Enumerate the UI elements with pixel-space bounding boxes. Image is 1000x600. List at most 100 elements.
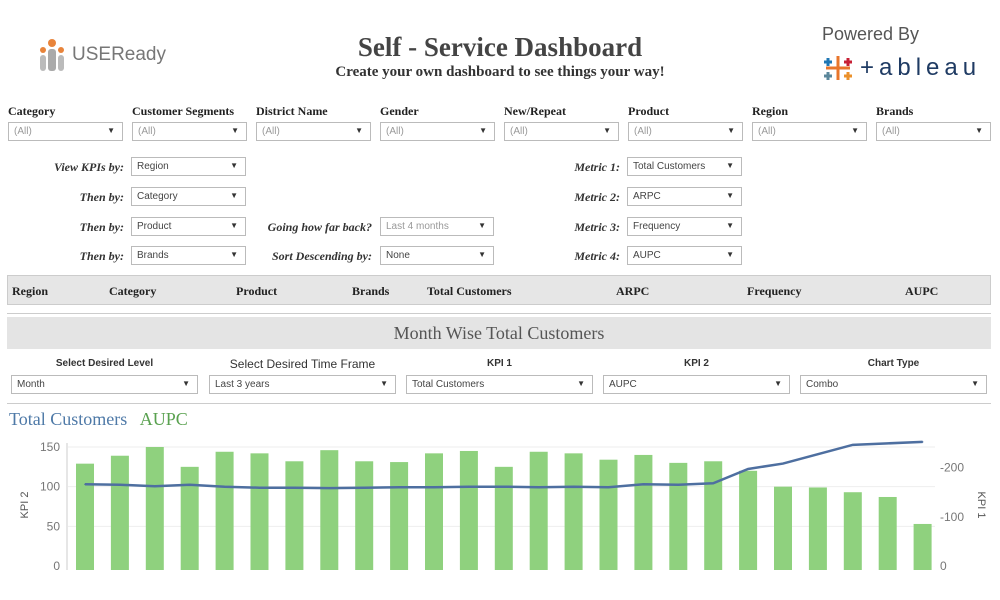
filter-dropdown[interactable]: (All) ▼ — [380, 122, 495, 141]
divider — [7, 403, 991, 404]
dropdown-arrow-icon: ▼ — [230, 250, 238, 259]
sort_desc-dropdown[interactable]: None ▼ — [380, 246, 494, 265]
bar — [145, 447, 164, 570]
line-point — [328, 487, 331, 489]
line-point — [852, 444, 854, 446]
view-by-dropdown[interactable]: Brands ▼ — [131, 246, 246, 265]
control-dropdown[interactable]: Combo ▼ — [800, 375, 987, 394]
right-tick-label: -100 — [940, 510, 964, 524]
view-by-dropdown[interactable]: Product ▼ — [131, 217, 246, 236]
dropdown-arrow-icon: ▼ — [107, 126, 115, 135]
dropdown-value: (All) — [882, 126, 900, 137]
column-header[interactable]: Category — [109, 284, 156, 299]
column-header[interactable]: Product — [236, 284, 277, 299]
control-dropdown[interactable]: AUPC ▼ — [603, 375, 790, 394]
column-header[interactable]: Total Customers — [427, 284, 512, 299]
bar — [599, 459, 618, 570]
chart-legend: Total Customers AUPC — [9, 409, 188, 430]
right-tick-label: 0 — [940, 559, 947, 573]
kpi-table-header: Region Category Product Brands Total Custome… — [7, 275, 991, 305]
bar — [774, 486, 792, 570]
bar — [878, 496, 897, 570]
line-point — [817, 453, 819, 456]
dropdown-value: Last 3 years — [215, 379, 270, 390]
view-by-label: Then by: — [79, 249, 124, 263]
metric-dropdown[interactable]: Total Customers ▼ — [627, 157, 742, 176]
dropdown-arrow-icon: ▼ — [478, 221, 486, 230]
filter-dropdown[interactable]: (All) ▼ — [504, 122, 619, 141]
bar — [459, 450, 478, 570]
dropdown-value: (All) — [14, 126, 32, 137]
line-point — [503, 485, 505, 488]
bar — [215, 451, 234, 570]
view-by-label: Then by: — [79, 190, 124, 204]
control-dropdown[interactable]: Last 3 years ▼ — [209, 375, 396, 394]
metric-dropdown[interactable]: AUPC ▼ — [627, 246, 742, 265]
line-point — [84, 483, 86, 486]
filter-dropdown[interactable]: (All) ▼ — [628, 122, 743, 141]
left-tick-label: 0 — [53, 559, 60, 573]
dropdown-arrow-icon: ▼ — [971, 379, 979, 388]
dropdown-value: Product — [137, 221, 172, 232]
bar — [843, 492, 862, 570]
dropdown-value: (All) — [758, 126, 776, 137]
dropdown-value: None — [386, 250, 410, 261]
column-header[interactable]: ARPC — [616, 284, 649, 299]
view-by-dropdown[interactable]: Category ▼ — [131, 187, 246, 206]
filter-dropdown[interactable]: (All) ▼ — [256, 122, 371, 141]
column-header[interactable]: Brands — [352, 284, 389, 299]
line-point — [154, 485, 156, 488]
filter-dropdown[interactable]: (All) ▼ — [8, 122, 123, 141]
control-dropdown[interactable]: Total Customers ▼ — [406, 375, 593, 394]
metric-dropdown[interactable]: ARPC ▼ — [627, 187, 742, 206]
line-point — [119, 483, 121, 486]
left-axis-label: KPI 2 — [19, 492, 31, 519]
control-dropdown[interactable]: Month ▼ — [11, 375, 198, 394]
view-by-label: View KPIs by: — [53, 160, 124, 174]
line-point — [537, 486, 540, 488]
bar — [390, 462, 409, 570]
combo-chart: 0 50 100 150 0 -100 -200 KPI 2 KPI 1 — [19, 440, 987, 573]
legend-aupc: AUPC — [139, 409, 188, 429]
column-header[interactable]: Frequency — [747, 284, 801, 299]
metric-label: Metric 4: — [574, 249, 620, 263]
line-point — [921, 441, 924, 443]
section-title: Month Wise Total Customers — [7, 317, 991, 349]
filter-label: Region — [752, 104, 788, 118]
view-by-dropdown[interactable]: Region ▼ — [131, 157, 246, 176]
filter-dropdown[interactable]: (All) ▼ — [752, 122, 867, 141]
bar — [564, 453, 583, 570]
dropdown-value: (All) — [510, 126, 528, 137]
bar — [355, 461, 374, 570]
filter-label: District Name — [256, 104, 328, 118]
metric-dropdown[interactable]: Frequency ▼ — [627, 217, 742, 236]
dropdown-arrow-icon: ▼ — [603, 126, 611, 135]
column-header[interactable]: AUPC — [905, 284, 938, 299]
column-header[interactable]: Region — [12, 284, 48, 299]
dropdown-value: Category — [137, 191, 178, 202]
dropdown-value: Month — [17, 379, 45, 390]
line-point — [642, 483, 645, 486]
bar — [704, 461, 723, 570]
dropdown-value: (All) — [634, 126, 652, 137]
dropdown-value: Combo — [806, 379, 839, 390]
bar — [425, 453, 443, 570]
dropdown-arrow-icon: ▼ — [478, 250, 486, 259]
going_back-dropdown[interactable]: Last 4 months ▼ — [380, 217, 494, 236]
dropdown-value: (All) — [262, 126, 280, 137]
dropdown-arrow-icon: ▼ — [355, 126, 363, 135]
view-by-label: Then by: — [79, 220, 124, 234]
metric-label: Metric 1: — [574, 160, 620, 174]
dropdown-value: Brands — [137, 250, 169, 261]
bar — [913, 523, 932, 570]
dropdown-arrow-icon: ▼ — [230, 161, 238, 170]
dropdown-value: Frequency — [633, 221, 681, 232]
filter-label: Product — [628, 104, 670, 118]
filter-dropdown[interactable]: (All) ▼ — [132, 122, 247, 141]
going_back-label: Going how far back? — [267, 220, 372, 234]
filter-dropdown[interactable]: (All) ▼ — [876, 122, 991, 141]
line-point — [677, 483, 680, 486]
filter-label: Customer Segments — [132, 104, 235, 118]
tableau-wordmark: +ableau — [860, 54, 982, 81]
line-point — [886, 442, 889, 445]
